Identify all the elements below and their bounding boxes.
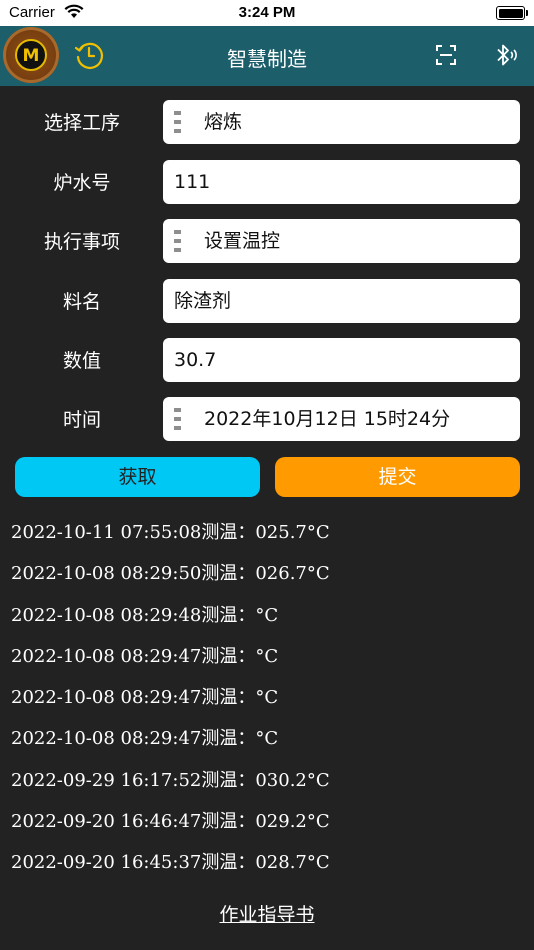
material-input[interactable]: 除渣剂	[163, 279, 520, 323]
picker-grip-icon	[174, 111, 181, 133]
picker-grip-icon	[174, 230, 181, 252]
furnace-input[interactable]: 111	[163, 160, 520, 204]
process-value: 熔炼	[204, 111, 243, 133]
log-item: 2022-09-20 16:45:37测温：028.7°C	[11, 852, 330, 874]
picker-grip-icon	[174, 408, 181, 430]
battery-icon	[496, 6, 528, 20]
process-row: 选择工序 熔炼	[0, 100, 534, 144]
temperature-log-list: 2022-10-11 07:55:08测温：025.7°C 2022-10-08…	[11, 512, 531, 884]
log-item: 2022-10-08 08:29:47测温：°C	[11, 728, 279, 750]
bluetooth-icon[interactable]	[493, 42, 517, 68]
material-value: 除渣剂	[174, 290, 232, 312]
time-value: 2022年10月12日 15时24分	[204, 408, 451, 430]
furnace-value: 111	[174, 171, 211, 193]
amount-input[interactable]: 30.7	[163, 338, 520, 382]
log-item: 2022-10-08 08:29:47测温：°C	[11, 645, 279, 667]
amount-label: 数值	[62, 350, 101, 372]
log-item: 2022-09-29 16:17:52测温：030.2°C	[11, 769, 330, 791]
time-row: 时间 2022年10月12日 15时24分	[0, 397, 534, 441]
submit-button[interactable]: 提交	[275, 457, 520, 497]
scan-icon[interactable]	[434, 43, 458, 67]
material-label: 料名	[62, 291, 101, 313]
log-item: 2022-10-08 08:29:47测温：°C	[11, 687, 279, 709]
status-bar: Carrier 3:24 PM	[0, 0, 534, 26]
process-label: 选择工序	[43, 112, 120, 134]
nav-bar: M 智慧制造	[0, 26, 534, 86]
time-picker[interactable]: 2022年10月12日 15时24分	[163, 397, 520, 441]
log-item: 2022-10-08 08:29:48测温：°C	[11, 604, 279, 626]
log-item: 2022-09-20 16:46:47测温：029.2°C	[11, 811, 330, 833]
furnace-label: 炉水号	[53, 172, 111, 194]
task-row: 执行事项 设置温控	[0, 219, 534, 263]
time-label: 时间	[62, 409, 101, 431]
process-picker[interactable]: 熔炼	[163, 100, 520, 144]
work-guide-link[interactable]: 作业指导书	[0, 900, 534, 927]
log-item: 2022-10-08 08:29:50测温：026.7°C	[11, 563, 330, 585]
amount-row: 数值 30.7	[0, 338, 534, 382]
task-label: 执行事项	[43, 231, 120, 253]
fetch-button[interactable]: 获取	[15, 457, 260, 497]
furnace-row: 炉水号 111	[0, 160, 534, 204]
amount-value: 30.7	[174, 349, 217, 371]
material-row: 料名 除渣剂	[0, 279, 534, 323]
log-item: 2022-10-11 07:55:08测温：025.7°C	[11, 522, 330, 543]
task-value: 设置温控	[204, 230, 281, 252]
task-picker[interactable]: 设置温控	[163, 219, 520, 263]
status-time: 3:24 PM	[238, 4, 296, 21]
